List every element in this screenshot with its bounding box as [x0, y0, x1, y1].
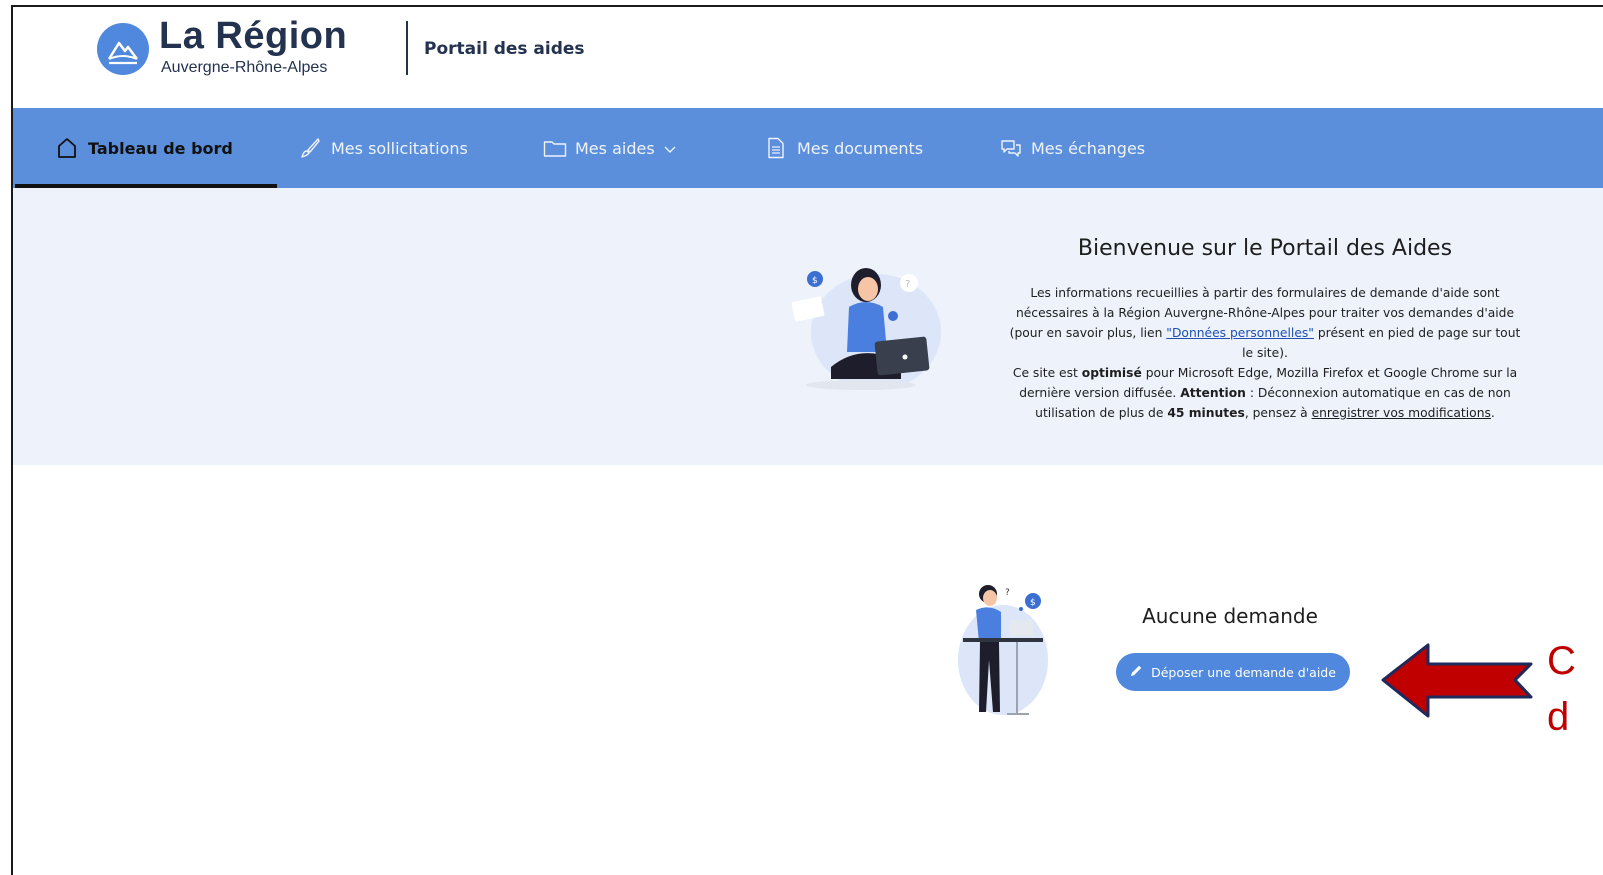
welcome-banner: $ ? Bienvenue sur le Portail des Aides L…	[13, 188, 1603, 465]
welcome-title: Bienvenue sur le Portail des Aides	[1077, 236, 1453, 261]
main-navigation: Tableau de bord Mes sollicitations Mes a…	[13, 108, 1603, 188]
svg-text:?: ?	[1005, 588, 1010, 598]
button-label: Déposer une demande d'aide	[1151, 664, 1336, 680]
nav-label: Mes aides	[575, 138, 655, 158]
info-bold: optimisé	[1081, 366, 1142, 380]
empty-state-title: Aucune demande	[1142, 604, 1318, 628]
info-bold: 45 minutes	[1167, 406, 1245, 420]
site-header: La Région Auvergne-Rhône-Alpes Portail d…	[13, 7, 1603, 108]
nav-item-mes-sollicitations[interactable]: Mes sollicitations	[299, 108, 468, 188]
nav-label: Mes échanges	[1031, 138, 1146, 158]
nav-item-mes-echanges[interactable]: Mes échanges	[999, 108, 1145, 188]
woman-laptop-illustration: $ ?	[781, 257, 941, 396]
info-text: .	[1490, 406, 1495, 420]
svg-text:?: ?	[905, 279, 910, 290]
save-changes-text: enregistrer vos modifications	[1311, 406, 1491, 420]
annotation-line: C	[1547, 639, 1576, 683]
document-icon	[765, 137, 787, 159]
portal-title: Portail des aides	[424, 39, 585, 59]
annotation-line: d	[1547, 695, 1570, 739]
info-bold: Attention	[1180, 386, 1246, 400]
brush-icon	[299, 137, 321, 159]
submit-aid-request-button[interactable]: Déposer une demande d'aide	[1116, 653, 1350, 691]
logo-title[interactable]: La Région	[159, 15, 347, 58]
svg-text:$: $	[812, 276, 818, 286]
nav-item-mes-documents[interactable]: Mes documents	[765, 108, 923, 188]
chat-icon	[999, 137, 1021, 159]
man-standing-desk-illustration: $ ?	[943, 580, 1053, 724]
svg-text:$: $	[1030, 598, 1036, 608]
pencil-icon	[1130, 664, 1143, 680]
header-divider	[406, 21, 408, 75]
nav-label: Tableau de bord	[88, 138, 233, 158]
welcome-text: Les informations recueillies à partir de…	[1005, 283, 1525, 423]
logo-subtitle: Auvergne-Rhône-Alpes	[161, 59, 328, 76]
nav-label: Mes sollicitations	[331, 138, 468, 158]
region-logo-icon[interactable]	[97, 23, 149, 75]
browser-viewport: La Région Auvergne-Rhône-Alpes Portail d…	[11, 5, 1603, 875]
info-text: , pensez à	[1244, 406, 1312, 420]
nav-label: Mes documents	[797, 138, 924, 158]
nav-item-tableau-de-bord[interactable]: Tableau de bord	[15, 108, 277, 188]
annotation-text: C d	[1547, 633, 1603, 745]
nav-item-mes-aides[interactable]: Mes aides	[543, 108, 677, 188]
personal-data-link[interactable]: "Données personnelles"	[1166, 326, 1314, 340]
home-icon	[56, 137, 78, 159]
annotation-arrow-icon	[1380, 643, 1534, 723]
folder-icon	[543, 137, 567, 159]
chevron-down-icon	[663, 139, 677, 158]
info-text: Ce site est	[1012, 366, 1082, 380]
